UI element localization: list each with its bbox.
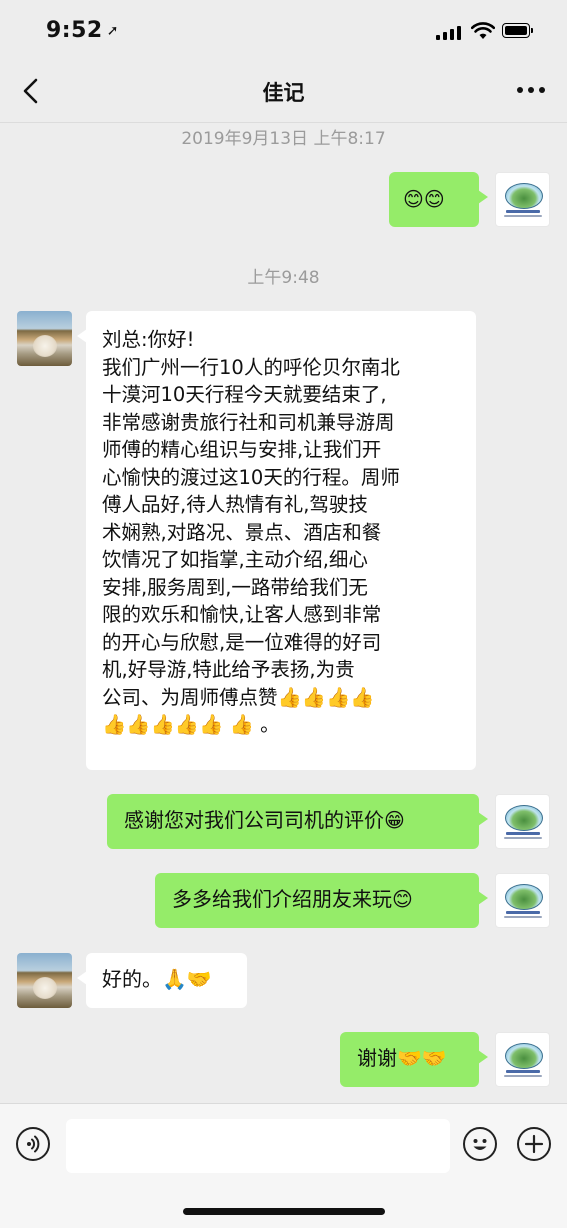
message-bubble-mine[interactable]: 感谢您对我们公司司机的评价😁 xyxy=(107,794,488,849)
home-indicator xyxy=(183,1208,385,1215)
more-dots-icon[interactable] xyxy=(517,87,545,95)
message-text: 多多给我们介绍朋友来玩😊 xyxy=(172,887,413,911)
status-bar: 9:52 ➚ xyxy=(0,0,567,60)
location-arrow-icon: ➚ xyxy=(106,23,119,39)
my-avatar[interactable] xyxy=(495,873,550,928)
message-bubble-mine[interactable]: 😊😊 xyxy=(389,172,488,227)
message-text: 好的。🙏🤝 xyxy=(102,967,212,991)
contact-avatar[interactable] xyxy=(17,953,72,1008)
message-bubble-other[interactable]: 好的。🙏🤝 xyxy=(77,953,247,1008)
battery-icon xyxy=(502,23,533,38)
message-text: 😊😊 xyxy=(403,187,445,211)
message-bubble-mine[interactable]: 谢谢🤝🤝 xyxy=(340,1032,488,1087)
add-icon[interactable] xyxy=(517,1127,551,1161)
my-avatar[interactable] xyxy=(495,172,550,227)
chat-title: 佳记 xyxy=(262,81,305,105)
contact-avatar[interactable] xyxy=(17,311,72,366)
chat-header: 佳记 xyxy=(0,60,567,123)
status-time: 9:52 ➚ xyxy=(46,18,119,43)
message-text: 感谢您对我们公司司机的评价😁 xyxy=(124,808,405,832)
message-input[interactable] xyxy=(66,1119,450,1173)
message-timestamp: 上午9:48 xyxy=(247,268,320,288)
my-avatar[interactable] xyxy=(495,794,550,849)
message-text: 刘总:你好! 我们广州一行10人的呼伦贝尔南北 十漠河10天行程今天就要结束了,… xyxy=(102,328,400,736)
message-bubble-other[interactable]: 刘总:你好! 我们广州一行10人的呼伦贝尔南北 十漠河10天行程今天就要结束了,… xyxy=(77,311,476,770)
message-timestamp: 2019年9月13日 上午8:17 xyxy=(181,129,386,149)
cellular-signal-icon xyxy=(436,24,462,40)
message-text: 谢谢🤝🤝 xyxy=(357,1046,447,1070)
message-bubble-mine[interactable]: 多多给我们介绍朋友来玩😊 xyxy=(155,873,488,928)
voice-icon[interactable] xyxy=(16,1127,50,1161)
wifi-icon xyxy=(471,22,495,39)
status-time-text: 9:52 xyxy=(46,18,103,43)
emoji-icon[interactable] xyxy=(463,1127,497,1161)
my-avatar[interactable] xyxy=(495,1032,550,1087)
